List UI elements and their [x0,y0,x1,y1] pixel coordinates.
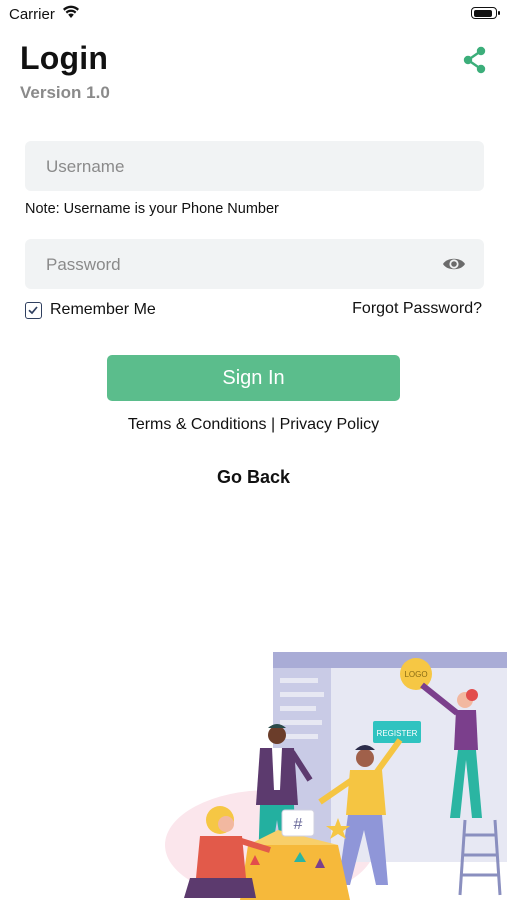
version-label: Version 1.0 [20,83,110,102]
logo-badge-text: LOGO [404,670,427,679]
share-icon[interactable] [461,45,489,75]
password-field [25,239,484,291]
legal-links: Terms & Conditions | Privacy Policy [0,416,507,434]
remember-me-label: Remember Me [50,301,156,318]
status-bar: Carrier [0,0,507,28]
go-back-button[interactable]: Go Back [0,467,507,488]
remember-me-checkbox[interactable] [25,301,42,319]
checkmark-icon [28,305,38,314]
battery-icon [471,7,500,19]
username-field [25,141,484,193]
register-sign-text: REGISTER [377,729,418,738]
password-input[interactable] [44,239,428,291]
username-note: Note: Username is your Phone Number [25,201,279,217]
team-illustration: REGISTER LOGO # [165,652,507,900]
terms-link[interactable]: Terms & Conditions [128,416,267,433]
links-separator: | [270,416,276,433]
page-title: Login [20,40,109,76]
carrier-label: Carrier [9,6,55,23]
remember-me-toggle[interactable]: Remember Me [25,300,156,320]
wifi-icon [63,5,79,18]
eye-icon[interactable] [442,253,466,275]
username-input[interactable] [44,141,428,193]
privacy-link[interactable]: Privacy Policy [280,416,380,433]
forgot-password-link[interactable]: Forgot Password? [352,300,482,318]
sign-in-button[interactable]: Sign In [107,355,400,401]
svg-text:#: # [294,816,303,833]
